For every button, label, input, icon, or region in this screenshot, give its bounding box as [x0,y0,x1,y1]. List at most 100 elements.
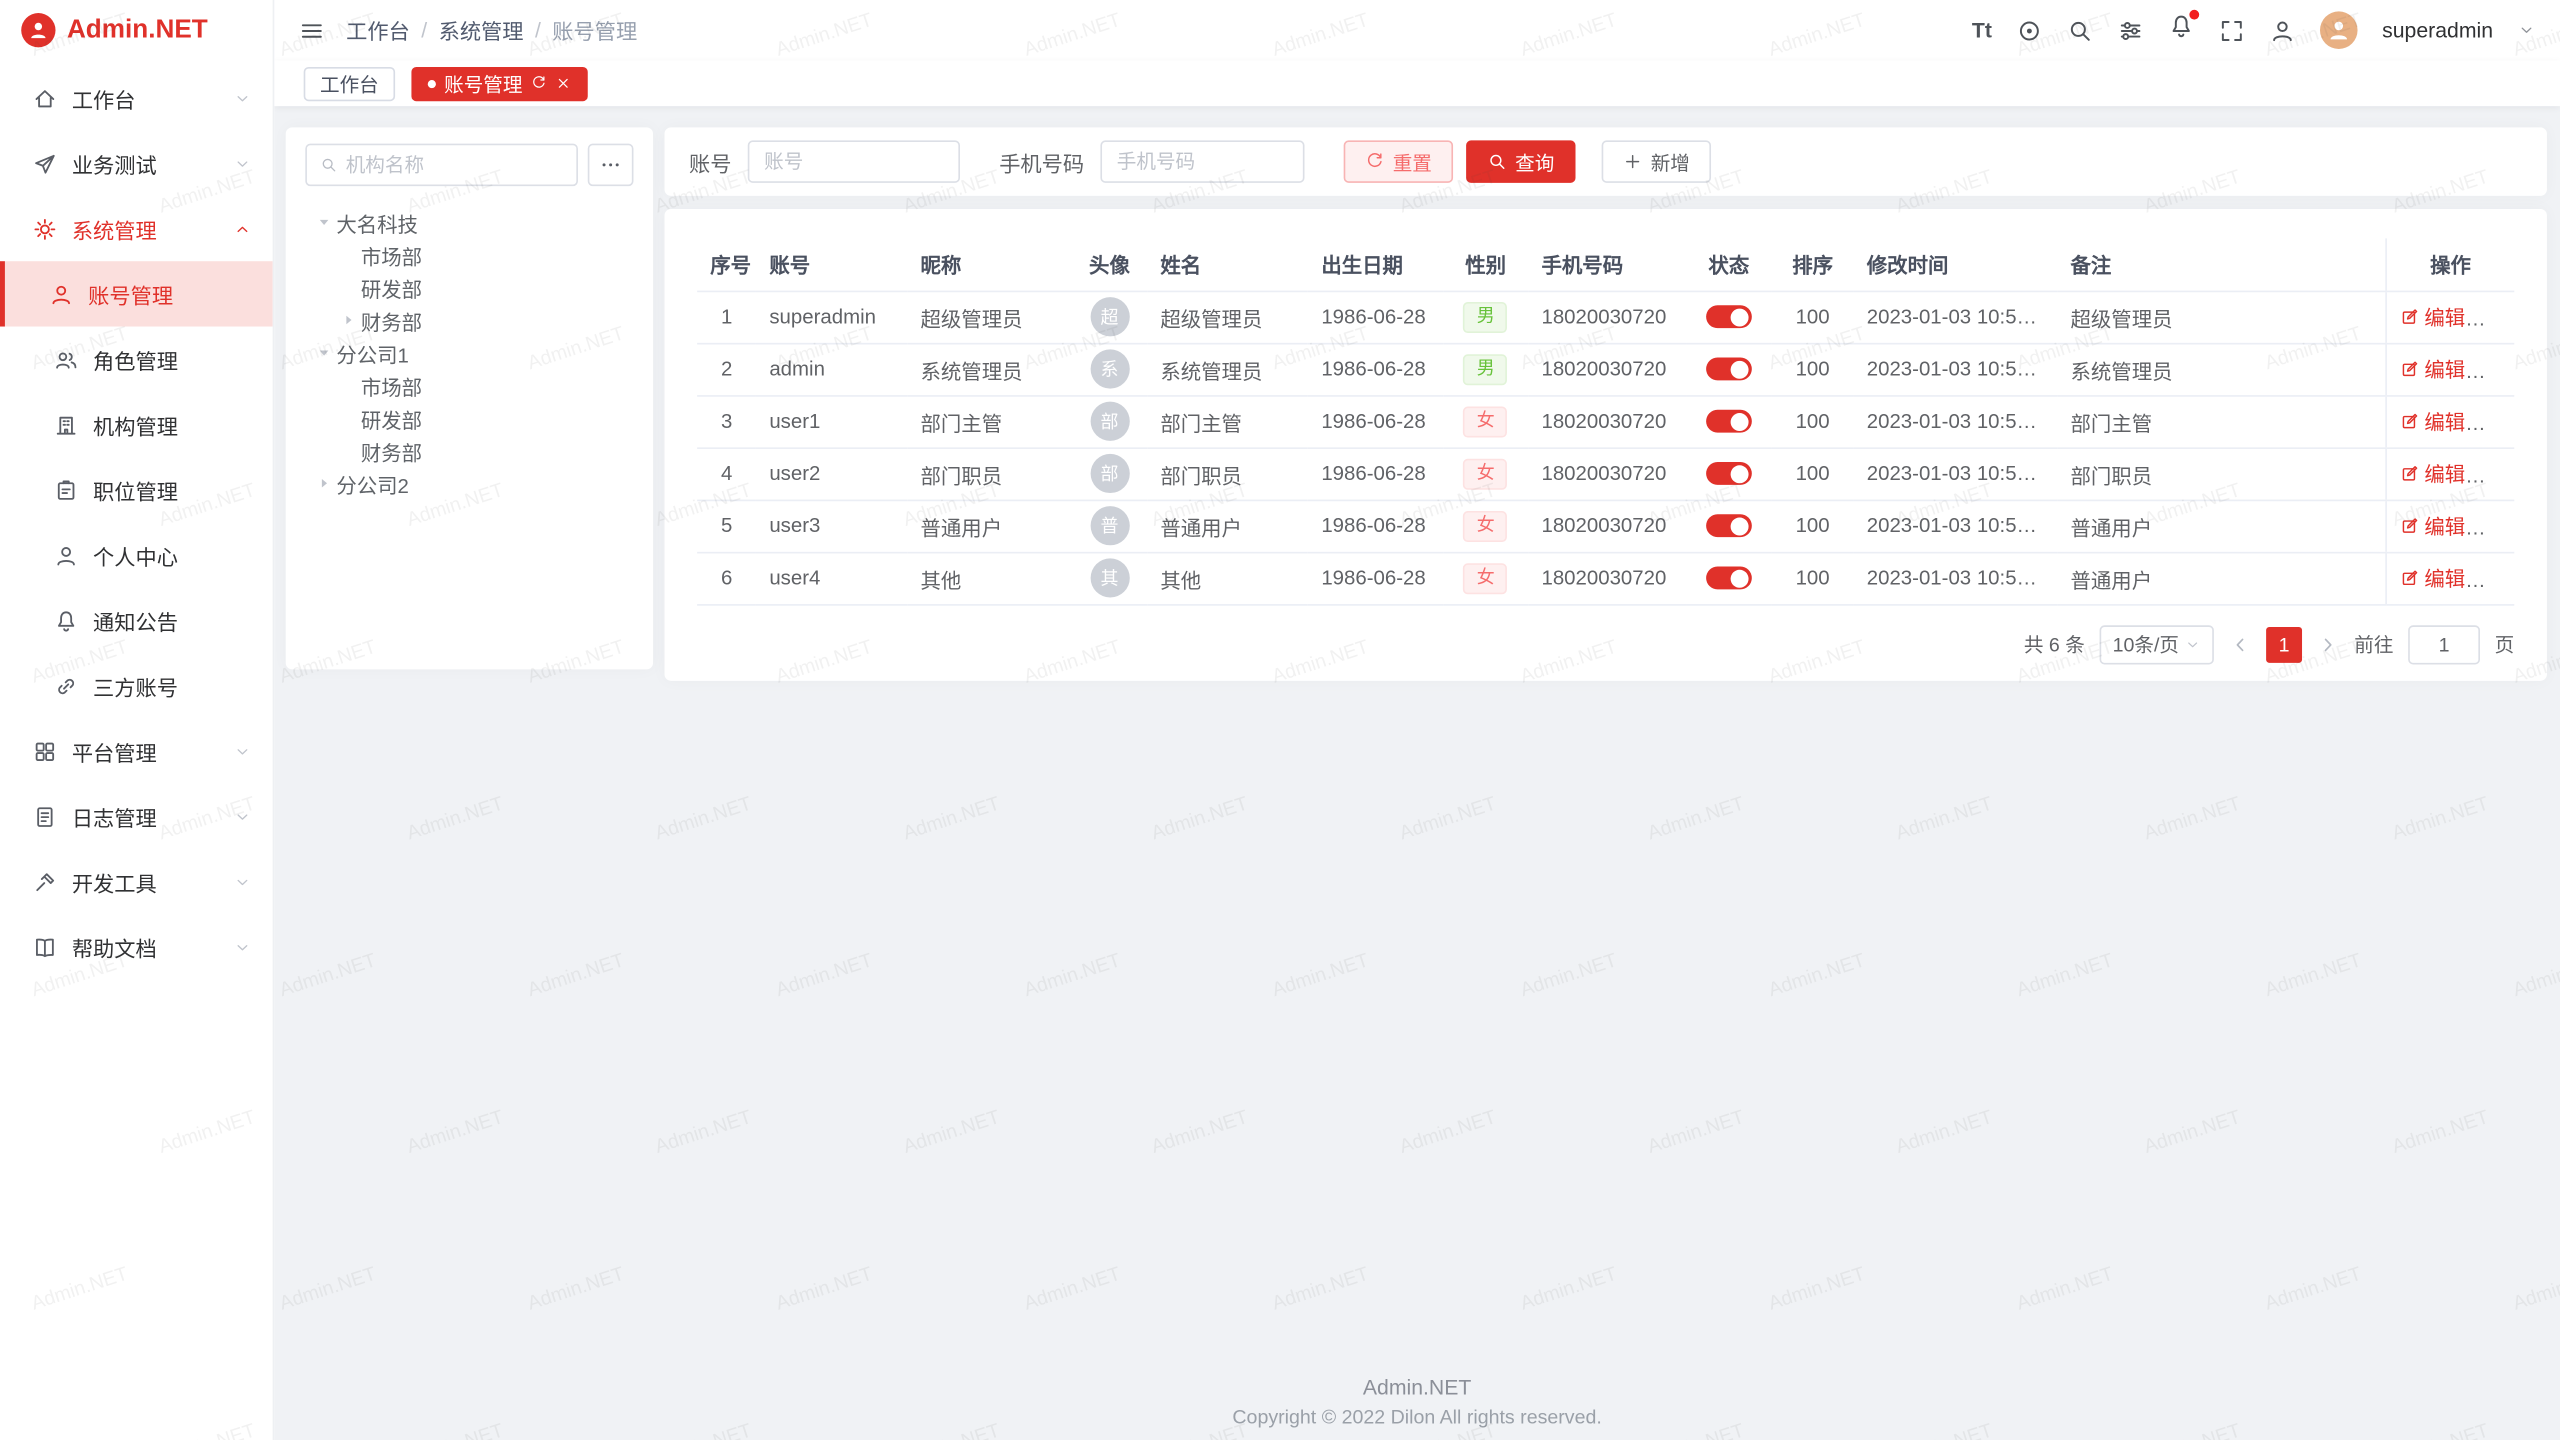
edit-icon [2400,516,2420,536]
column-header: 排序 [1772,238,1854,290]
caret-right-icon[interactable] [336,310,360,330]
tab-refresh-icon[interactable] [531,75,547,91]
collapse-menu-button[interactable] [299,17,325,43]
more-actions-button[interactable] [2485,362,2508,385]
sidebar-item-third-account[interactable]: 三方账号 [0,653,273,718]
tab-close-icon[interactable] [555,75,571,91]
sidebar-item-account-manage[interactable]: 账号管理 [0,261,273,326]
cell-gender: 男 [1443,343,1528,395]
cell-modified: 2023-01-03 10:59:44 [1854,552,2058,604]
tree-node[interactable]: 大名科技 [305,206,633,239]
cell-operations: 编辑 [2386,447,2514,499]
edit-button[interactable]: 编辑 [2400,353,2465,384]
caret-down-icon[interactable] [312,343,336,363]
next-page-button[interactable] [2317,633,2340,656]
caret-right-icon[interactable] [312,473,336,493]
status-toggle[interactable] [1706,567,1752,590]
search-button[interactable]: 查询 [1466,140,1575,182]
goto-page-input[interactable] [2408,624,2480,663]
prev-page-button[interactable] [2229,633,2252,656]
status-toggle[interactable] [1706,410,1752,433]
sidebar-item-business-test[interactable]: 业务测试 [0,131,273,196]
tree-node[interactable]: 研发部 [305,271,633,304]
search-icon[interactable] [2067,17,2093,43]
account-input[interactable] [748,140,960,182]
tree-node[interactable]: 研发部 [305,402,633,435]
cell-birth: 1986-06-28 [1308,395,1443,447]
tree-more-button[interactable] [588,144,634,186]
page-size-select[interactable]: 10条/页 [2100,624,2214,663]
current-page[interactable]: 1 [2266,626,2302,662]
status-toggle[interactable] [1706,358,1752,381]
fullscreen-icon[interactable] [2219,17,2245,43]
tree-node[interactable]: 财务部 [305,434,633,467]
gear-icon [33,216,57,240]
sidebar-item-role-manage[interactable]: 角色管理 [0,327,273,392]
sidebar-item-help-docs[interactable]: 帮助文档 [0,914,273,979]
lock-user-icon[interactable] [2269,17,2295,43]
tree-node[interactable]: 分公司1 [305,336,633,369]
edit-button[interactable]: 编辑 [2400,510,2465,541]
tab-工作台[interactable]: 工作台 [304,66,395,100]
tree-node[interactable]: 市场部 [305,369,633,402]
tab-bar: 工作台账号管理 [274,60,2560,106]
gender-badge: 男 [1464,301,1508,332]
edit-button[interactable]: 编辑 [2400,562,2465,593]
tree-node-label: 财务部 [361,435,422,466]
column-header: 性别 [1443,238,1528,290]
grid-icon [33,739,57,763]
sidebar-item-org-manage[interactable]: 机构管理 [0,392,273,457]
breadcrumb-item[interactable]: 系统管理 [439,15,524,46]
reset-button[interactable]: 重置 [1344,140,1453,182]
status-toggle[interactable] [1706,463,1752,486]
user-avatar[interactable] [2320,11,2358,49]
sidebar-item-platform-manage[interactable]: 平台管理 [0,718,273,783]
sidebar-item-log-manage[interactable]: 日志管理 [0,784,273,849]
cell-remark: 部门主管 [2057,395,2386,447]
sidebar-item-position-manage[interactable]: 职位管理 [0,457,273,522]
tree-node[interactable]: 市场部 [305,238,633,271]
add-button[interactable]: 新增 [1602,140,1711,182]
username[interactable]: superadmin [2382,18,2493,42]
sidebar-item-label: 工作台 [72,82,234,113]
cell-status [1686,447,1771,499]
tab-账号管理[interactable]: 账号管理 [411,66,587,100]
sidebar-item-workbench[interactable]: 工作台 [0,65,273,130]
tree-node[interactable]: 分公司2 [305,467,633,500]
notification-button[interactable] [2168,13,2194,47]
caret-down-icon[interactable] [312,212,336,232]
more-actions-button[interactable] [2485,466,2508,489]
chevron-down-icon [233,154,251,172]
edit-button[interactable]: 编辑 [2400,301,2465,332]
user-menu-chevron-icon[interactable] [2518,21,2536,39]
status-toggle[interactable] [1706,515,1752,538]
more-actions-button[interactable] [2485,414,2508,437]
edit-button[interactable]: 编辑 [2400,406,2465,437]
cell-gender: 女 [1443,500,1528,552]
plus-icon [1623,152,1643,172]
org-search-box [305,144,578,186]
font-size-icon[interactable]: Tt [1972,18,1992,42]
sidebar-item-notice[interactable]: 通知公告 [0,588,273,653]
more-actions-button[interactable] [2485,519,2508,542]
tree-node[interactable]: 财务部 [305,304,633,337]
app-logo[interactable]: Admin.NET [0,0,273,60]
more-actions-button[interactable] [2485,571,2508,594]
cell-remark: 普通用户 [2057,552,2386,604]
more-actions-button[interactable] [2485,310,2508,333]
breadcrumb-item[interactable]: 工作台 [346,15,410,46]
cell-account: user4 [756,552,907,604]
tree-node-label: 市场部 [361,239,422,270]
edit-button[interactable]: 编辑 [2400,458,2465,489]
org-search-input[interactable] [346,153,564,176]
layout-config-icon[interactable] [2118,17,2144,43]
phone-label: 手机号码 [999,146,1084,177]
cell-phone: 18020030720 [1528,291,1686,343]
chevron-down-icon [233,807,251,825]
language-icon[interactable] [2016,17,2042,43]
sidebar-item-dev-tools[interactable]: 开发工具 [0,849,273,914]
phone-input[interactable] [1100,140,1304,182]
status-toggle[interactable] [1706,306,1752,329]
sidebar-item-personal-center[interactable]: 个人中心 [0,522,273,587]
sidebar-item-system-manage[interactable]: 系统管理 [0,196,273,261]
